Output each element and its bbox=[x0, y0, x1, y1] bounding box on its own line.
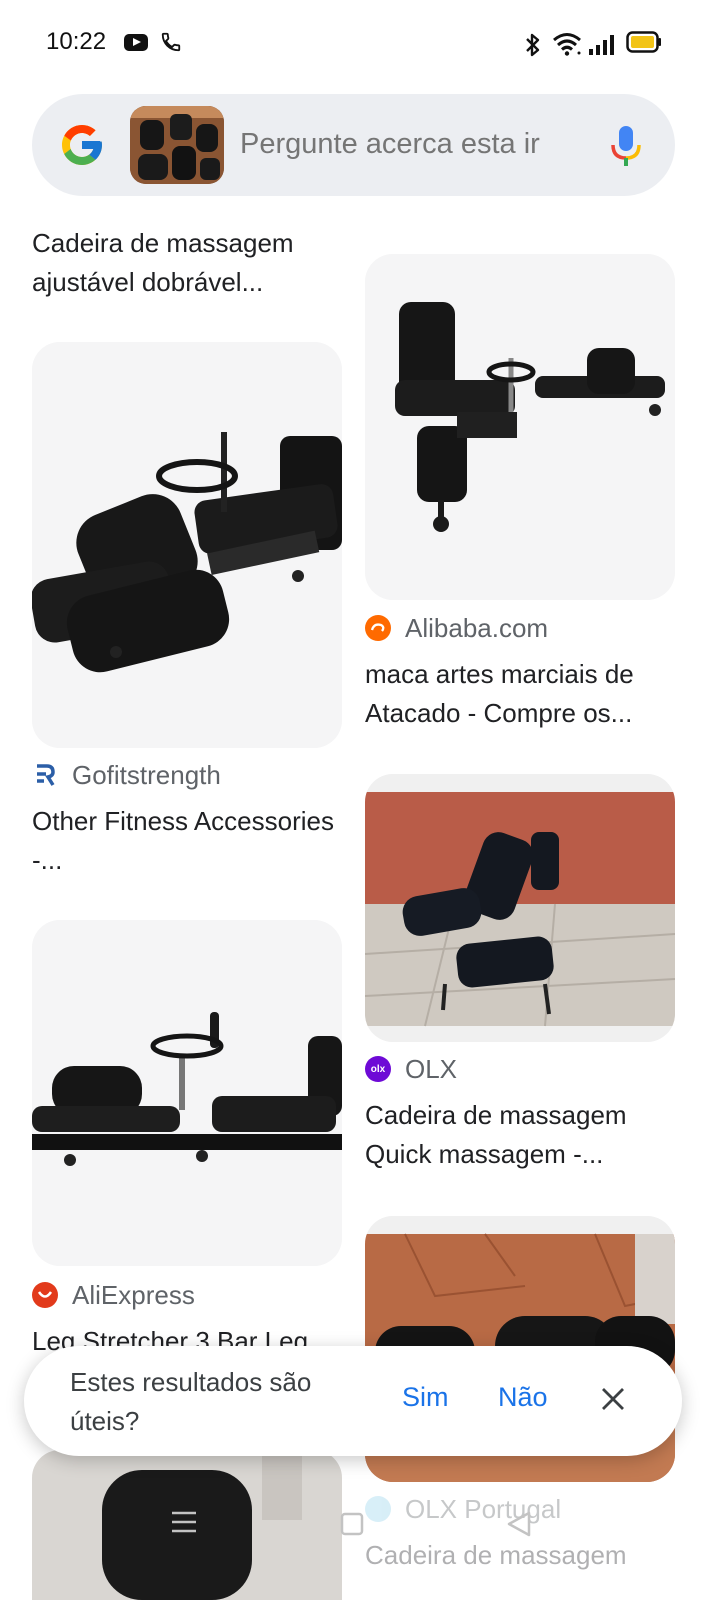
massage-chair-photo-image bbox=[365, 774, 675, 1042]
signal-icon bbox=[589, 35, 614, 55]
result-source[interactable]: Gofitstrength bbox=[32, 758, 221, 792]
result-title[interactable]: Cadeira de massagem Quick massagem -... bbox=[365, 1096, 680, 1174]
wifi-icon bbox=[553, 33, 581, 56]
feedback-panel: Estes resultados são úteis? Sim Não bbox=[24, 1346, 682, 1456]
result-source-name: OLX bbox=[405, 1053, 458, 1084]
youtube-icon bbox=[124, 34, 148, 51]
phone-icon bbox=[161, 32, 181, 52]
gofitstrength-favicon-icon bbox=[32, 762, 58, 788]
close-icon[interactable] bbox=[600, 1386, 626, 1412]
result-source[interactable]: AliExpress bbox=[32, 1278, 195, 1312]
mic-icon[interactable] bbox=[608, 124, 644, 168]
status-bar: 10:22 bbox=[0, 0, 720, 88]
martial-arts-chair-image bbox=[365, 254, 675, 600]
alibaba-favicon-icon bbox=[365, 615, 391, 641]
result-source-name: Alibaba.com bbox=[405, 612, 549, 643]
result-source-name: AliExpress bbox=[72, 1279, 195, 1310]
status-time: 10:22 bbox=[46, 28, 107, 55]
result-title[interactable]: Cadeira de massagem ajustável dobrável..… bbox=[32, 224, 347, 302]
feedback-yes-button[interactable]: Sim bbox=[402, 1382, 449, 1413]
result-source[interactable]: Alibaba.com bbox=[365, 611, 548, 645]
result-image-leg-stretcher-bar[interactable] bbox=[32, 920, 342, 1266]
search-image-thumbnail[interactable] bbox=[130, 106, 224, 184]
search-input[interactable] bbox=[240, 124, 568, 164]
result-image-leg-stretcher[interactable] bbox=[32, 342, 342, 748]
bluetooth-icon bbox=[526, 33, 540, 57]
aliexpress-favicon-icon bbox=[32, 1282, 58, 1308]
navigation-bar bbox=[0, 1480, 720, 1600]
result-source[interactable]: olx OLX bbox=[365, 1052, 457, 1086]
chair-thumbnail-image bbox=[130, 106, 224, 184]
leg-stretcher-image bbox=[32, 342, 342, 748]
battery-icon bbox=[626, 31, 661, 53]
google-logo-icon[interactable] bbox=[58, 121, 106, 169]
feedback-no-button[interactable]: Não bbox=[498, 1382, 548, 1413]
olx-favicon-icon: olx bbox=[365, 1056, 391, 1082]
back-icon[interactable] bbox=[506, 1510, 532, 1538]
search-bar[interactable] bbox=[32, 94, 675, 196]
result-source-name: Gofitstrength bbox=[72, 759, 221, 790]
result-title[interactable]: maca artes marciais de Atacado - Compre … bbox=[365, 655, 680, 733]
leg-stretcher-bar-image bbox=[32, 920, 342, 1266]
result-image-martial-arts-chair[interactable] bbox=[365, 254, 675, 600]
result-image-massage-chair[interactable] bbox=[365, 774, 675, 1042]
feedback-question: Estes resultados são úteis? bbox=[70, 1367, 312, 1436]
menu-icon[interactable] bbox=[170, 1510, 198, 1534]
result-title[interactable]: Other Fitness Accessories -... bbox=[32, 802, 347, 880]
home-icon[interactable] bbox=[340, 1512, 364, 1536]
